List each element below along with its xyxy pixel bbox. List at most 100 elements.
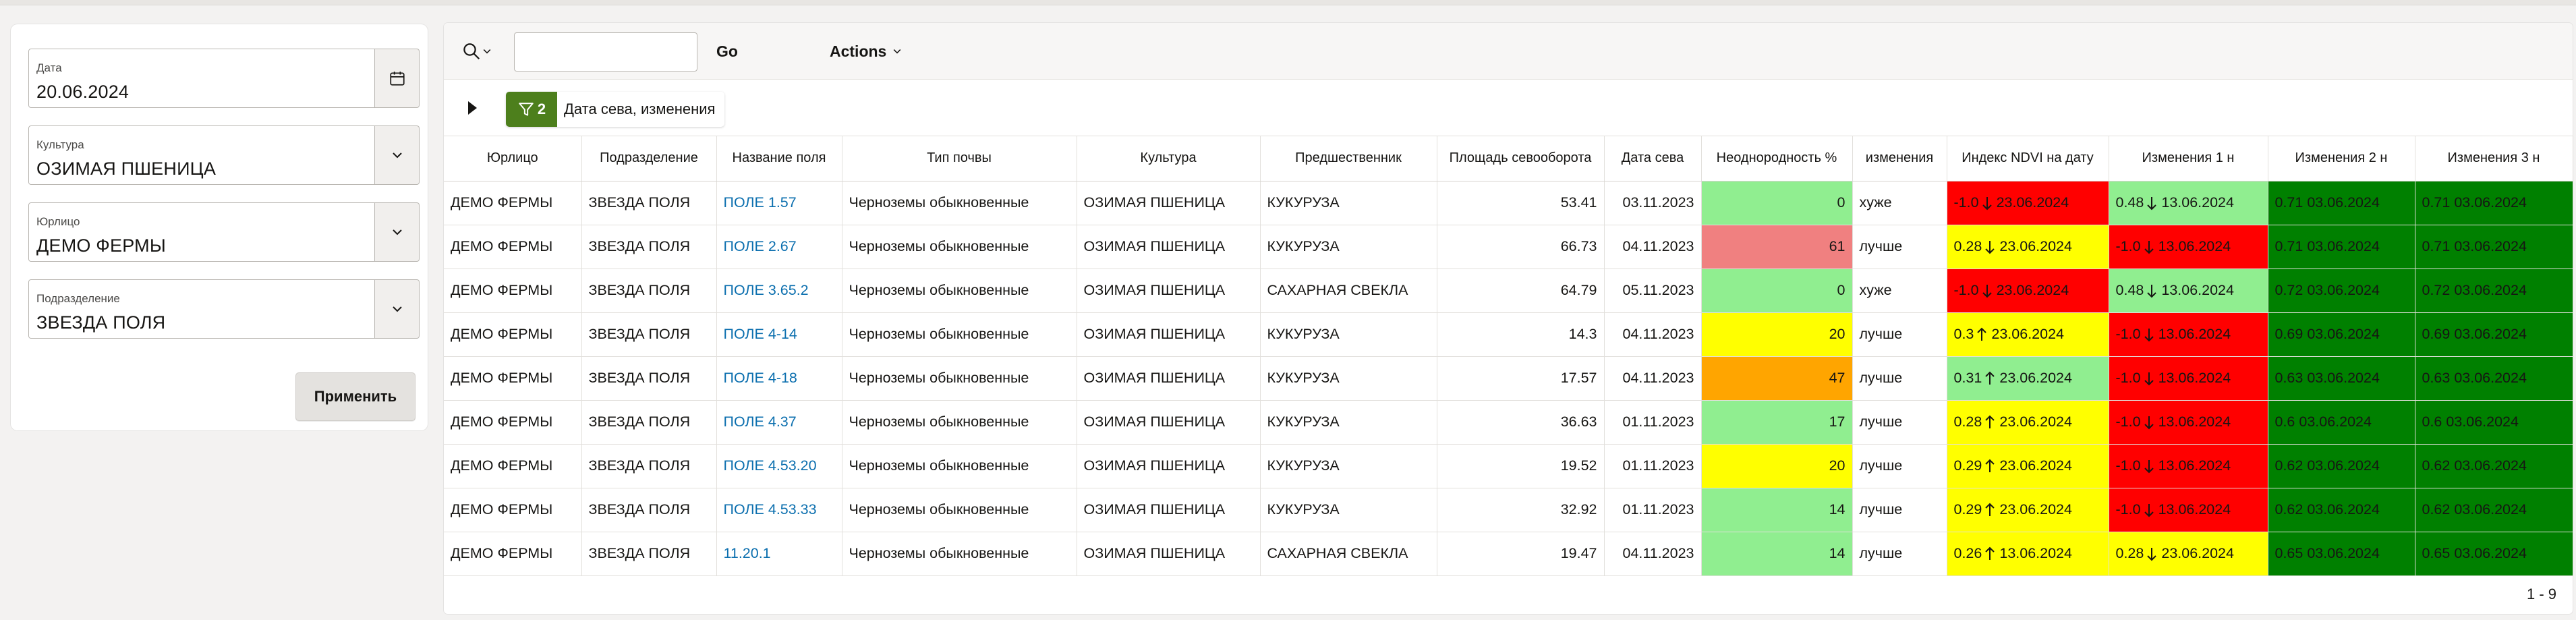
pagination-info: 1 - 9 <box>2526 586 2556 602</box>
search-icon <box>463 43 480 60</box>
cell-field-name-link[interactable]: ПОЛЕ 1.57 <box>716 181 842 225</box>
cell-heterogeneity: 14 <box>1701 488 1853 532</box>
table-row: ДЕМО ФЕРМЫ ЗВЕЗДА ПОЛЯ ПОЛЕ 1.57 Черноземы … <box>444 181 2573 225</box>
table-header-row: Юрлицо Подразделение Название поля Тип почв… <box>444 136 2573 181</box>
cell-field-name-link[interactable]: ПОЛЕ 4.37 <box>716 400 842 445</box>
ndvi-value: -1.0 <box>1953 194 1979 210</box>
date-field[interactable]: Дата 20.06.2024 <box>28 49 420 108</box>
search-input[interactable] <box>514 32 697 72</box>
ndvi-value: 0.29 <box>1953 457 1982 474</box>
column-header-sowing-date[interactable]: Дата сева <box>1604 136 1702 181</box>
column-header-change-1w[interactable]: Изменения 1 н <box>2109 136 2268 181</box>
cell-change-1w: -1.0 13.06.2024 <box>2109 400 2268 445</box>
cell-field-name-link[interactable]: ПОЛЕ 4-18 <box>716 356 842 401</box>
filter-count: 2 <box>537 101 546 117</box>
arrow-down-icon <box>1982 197 1992 210</box>
cell-change-1w: -1.0 13.06.2024 <box>2109 356 2268 401</box>
division-dropdown-button[interactable] <box>375 279 420 339</box>
cell-change-1w: 0.28 23.06.2024 <box>2109 532 2268 576</box>
column-header-predecessor[interactable]: Предшественник <box>1260 136 1437 181</box>
cell-area: 17.57 <box>1437 356 1605 401</box>
culture-select[interactable]: Культура ОЗИМАЯ ПШЕНИЦА <box>28 125 420 185</box>
calendar-button[interactable] <box>375 49 420 108</box>
legal-entity-label: Юрлицо <box>36 215 80 228</box>
cell-field-name-link[interactable]: ПОЛЕ 4.53.33 <box>716 488 842 532</box>
apply-button[interactable]: Применить <box>295 372 416 421</box>
change-1w-value: -1.0 <box>2115 370 2141 386</box>
column-header-ndvi[interactable]: Индекс NDVI на дату <box>1947 136 2109 181</box>
cell-field-name-link[interactable]: 11.20.1 <box>716 532 842 576</box>
cell-culture: ОЗИМАЯ ПШЕНИЦА <box>1077 312 1261 357</box>
division-input[interactable]: Подразделение ЗВЕЗДА ПОЛЯ <box>28 279 375 339</box>
column-header-area[interactable]: Площадь севооборота <box>1437 136 1605 181</box>
cell-division: ЗВЕЗДА ПОЛЯ <box>581 269 717 313</box>
division-value[interactable]: ЗВЕЗДА ПОЛЯ <box>36 312 165 333</box>
filter-icon <box>519 103 534 116</box>
column-header-change-2w[interactable]: Изменения 2 н <box>2268 136 2415 181</box>
cell-division: ЗВЕЗДА ПОЛЯ <box>581 532 717 576</box>
ndvi-date: 23.06.2024 <box>1999 501 2072 517</box>
arrow-up-icon <box>1985 371 1995 385</box>
expand-filters-icon[interactable] <box>468 101 477 115</box>
cell-legal-entity: ДЕМО ФЕРМЫ <box>444 400 582 445</box>
arrow-up-icon <box>1985 503 1995 517</box>
culture-value[interactable]: ОЗИМАЯ ПШЕНИЦА <box>36 159 216 179</box>
cell-change: лучше <box>1852 356 1947 401</box>
cell-predecessor: КУКУРУЗА <box>1260 400 1437 445</box>
cell-field-name-link[interactable]: ПОЛЕ 4.53.20 <box>716 444 842 488</box>
cell-field-name-link[interactable]: ПОЛЕ 2.67 <box>716 225 842 269</box>
column-header-soil-type[interactable]: Тип почвы <box>842 136 1077 181</box>
column-header-legal-entity[interactable]: Юрлицо <box>444 136 582 181</box>
filter-panel: Дата 20.06.2024 Культура ОЗИМАЯ ПШЕНИЦА … <box>11 24 428 430</box>
date-input[interactable]: Дата 20.06.2024 <box>28 49 375 108</box>
cell-ndvi: 0.31 23.06.2024 <box>1947 356 2109 401</box>
change-1w-date: 13.06.2024 <box>2158 414 2231 430</box>
cell-change-3w: 0.71 03.06.2024 <box>2415 181 2573 225</box>
cell-predecessor: КУКУРУЗА <box>1260 356 1437 401</box>
column-header-heterogeneity[interactable]: Неоднородность % <box>1701 136 1853 181</box>
cell-field-name-link[interactable]: ПОЛЕ 4-14 <box>716 312 842 357</box>
legal-entity-input[interactable]: Юрлицо ДЕМО ФЕРМЫ <box>28 202 375 262</box>
arrow-up-icon <box>1977 327 1987 341</box>
cell-division: ЗВЕЗДА ПОЛЯ <box>581 312 717 357</box>
chevron-down-icon <box>893 49 901 54</box>
legal-entity-dropdown-button[interactable] <box>375 202 420 262</box>
cell-soil-type: Черноземы обыкновенные <box>842 488 1077 532</box>
change-1w-date: 13.06.2024 <box>2158 238 2231 254</box>
column-header-change[interactable]: изменения <box>1852 136 1947 181</box>
cell-sowing-date: 04.11.2023 <box>1604 312 1702 357</box>
filter-chip[interactable]: 2 Дата сева, изменения <box>506 92 725 127</box>
date-value[interactable]: 20.06.2024 <box>36 82 129 103</box>
culture-input[interactable]: Культура ОЗИМАЯ ПШЕНИЦА <box>28 125 375 185</box>
go-button[interactable]: Go <box>708 38 746 65</box>
search-column-button[interactable] <box>461 40 502 62</box>
column-header-change-3w[interactable]: Изменения 3 н <box>2415 136 2573 181</box>
column-header-culture[interactable]: Культура <box>1077 136 1261 181</box>
cell-predecessor: КУКУРУЗА <box>1260 225 1437 269</box>
change-1w-value: -1.0 <box>2115 501 2141 517</box>
cell-sowing-date: 03.11.2023 <box>1604 181 1702 225</box>
cell-change-2w: 0.63 03.06.2024 <box>2268 356 2415 401</box>
culture-label: Культура <box>36 138 84 151</box>
ndvi-date: 23.06.2024 <box>1999 414 2072 430</box>
chevron-down-icon <box>483 49 491 54</box>
column-header-field-name[interactable]: Название поля <box>716 136 842 181</box>
cell-soil-type: Черноземы обыкновенные <box>842 400 1077 445</box>
culture-dropdown-button[interactable] <box>375 125 420 185</box>
legal-entity-select[interactable]: Юрлицо ДЕМО ФЕРМЫ <box>28 202 420 262</box>
cell-field-name-link[interactable]: ПОЛЕ 3.65.2 <box>716 269 842 313</box>
ndvi-value: 0.28 <box>1953 238 1982 254</box>
cell-culture: ОЗИМАЯ ПШЕНИЦА <box>1077 356 1261 401</box>
ndvi-value: -1.0 <box>1953 282 1979 298</box>
division-select[interactable]: Подразделение ЗВЕЗДА ПОЛЯ <box>28 279 420 339</box>
cell-culture: ОЗИМАЯ ПШЕНИЦА <box>1077 225 1261 269</box>
cell-heterogeneity: 47 <box>1701 356 1853 401</box>
cell-division: ЗВЕЗДА ПОЛЯ <box>581 488 717 532</box>
cell-heterogeneity: 20 <box>1701 312 1853 357</box>
change-1w-value: 0.48 <box>2115 282 2144 298</box>
column-header-division[interactable]: Подразделение <box>581 136 717 181</box>
legal-entity-value[interactable]: ДЕМО ФЕРМЫ <box>36 235 166 256</box>
cell-soil-type: Черноземы обыкновенные <box>842 356 1077 401</box>
actions-menu-button[interactable]: Actions <box>822 38 911 65</box>
cell-predecessor: КУКУРУЗА <box>1260 488 1437 532</box>
